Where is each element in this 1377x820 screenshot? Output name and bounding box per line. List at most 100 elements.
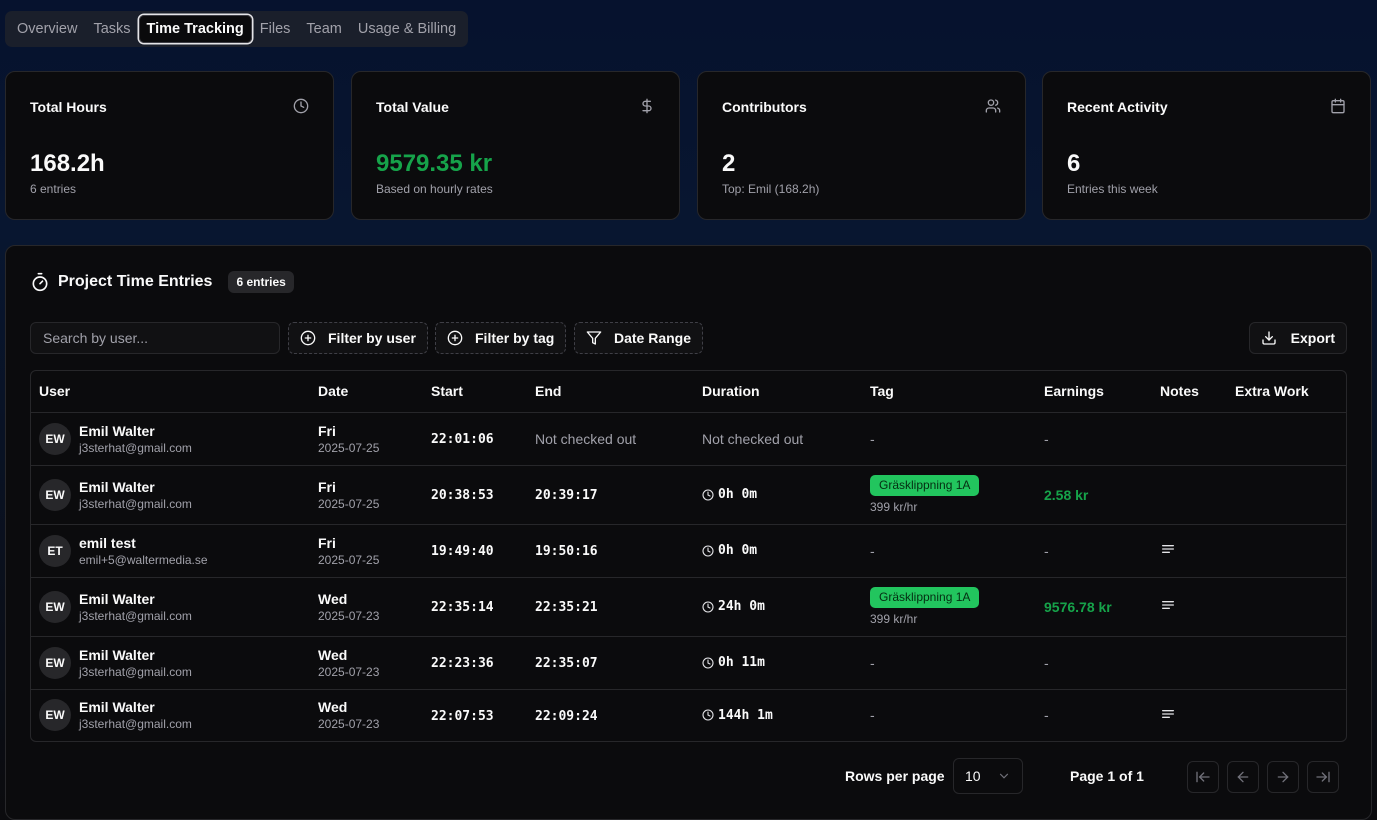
stat-title: Contributors	[722, 99, 807, 115]
user-name: Emil Walter	[79, 699, 155, 716]
column-header-date[interactable]: Date	[310, 371, 423, 413]
dollar-icon	[642, 98, 652, 114]
previous-page-button[interactable]	[1227, 761, 1259, 793]
start-time: 20:38:53	[431, 488, 494, 503]
entry-day: Wed	[318, 699, 348, 716]
tag-empty: -	[870, 542, 875, 559]
tab-usage-billing[interactable]: Usage & Billing	[350, 15, 464, 43]
stat-title: Recent Activity	[1067, 99, 1168, 115]
chevron-down-icon	[999, 773, 1009, 779]
entry-date: 2025-07-25	[318, 440, 380, 455]
filter-icon	[586, 331, 602, 345]
stat-subtitle: Entries this week	[1067, 182, 1158, 196]
stat-subtitle: Based on hourly rates	[376, 182, 493, 196]
user-email: j3sterhat@gmail.com	[79, 664, 192, 679]
arrow-left-icon	[1237, 771, 1249, 783]
stat-value: 2	[722, 150, 736, 177]
earnings: -	[1044, 542, 1049, 559]
start-time: 22:01:06	[431, 432, 494, 447]
first-page-button[interactable]	[1187, 761, 1219, 793]
tag-empty: -	[870, 707, 875, 724]
avatar: EW	[39, 646, 71, 679]
stat-subtitle: Top: Emil (168.2h)	[722, 182, 820, 196]
user-name: Emil Walter	[79, 590, 155, 607]
entry-day: Wed	[318, 646, 348, 663]
table-row[interactable]: EW Emil Walter j3sterhat@gmail.com Fri 2025…	[31, 465, 1346, 525]
end-time: 22:09:24	[535, 708, 598, 724]
stat-value: 9579.35 kr	[376, 150, 493, 177]
duration: 0h 0m	[718, 543, 758, 558]
user-email: emil+5@waltermedia.se	[79, 552, 208, 567]
earnings: -	[1044, 707, 1049, 724]
date-range-button[interactable]: Date Range	[574, 322, 704, 354]
tab-team[interactable]: Team	[298, 15, 349, 43]
stat-card-recent-activity: Recent Activity 6 Entries this week	[1042, 71, 1371, 220]
tab-tasks[interactable]: Tasks	[85, 15, 138, 43]
filter-by-user-button[interactable]: Filter by user	[288, 322, 428, 354]
notes-icon[interactable]	[1160, 597, 1176, 613]
page-indicator: Page 1 of 1	[1070, 768, 1144, 784]
filter-by-tag-button[interactable]: Filter by tag	[435, 322, 567, 354]
time-entries-panel: Project Time Entries 6 entries Filter by…	[5, 245, 1372, 820]
date-range-label: Date Range	[614, 330, 692, 346]
tag-empty: -	[870, 654, 875, 671]
column-header-earnings[interactable]: Earnings	[1036, 371, 1152, 413]
stat-card-contributors: Contributors 2 Top: Emil (168.2h)	[697, 71, 1026, 220]
next-page-button[interactable]	[1267, 761, 1299, 793]
export-label: Export	[1290, 330, 1335, 346]
tab-time-tracking[interactable]: Time Tracking	[138, 15, 252, 43]
entry-day: Fri	[318, 478, 336, 495]
last-page-button[interactable]	[1307, 761, 1339, 793]
clock-icon	[702, 488, 714, 501]
duration: 144h 1m	[718, 707, 773, 723]
rows-per-page-select[interactable]: 10	[953, 758, 1023, 794]
panel-header: Project Time Entries 6 entries	[30, 270, 294, 294]
column-header-start[interactable]: Start	[423, 371, 527, 413]
search-input[interactable]	[30, 322, 280, 354]
rows-per-page-value: 10	[965, 768, 981, 784]
filter-by-tag-label: Filter by tag	[475, 330, 555, 346]
entry-date: 2025-07-23	[318, 664, 380, 679]
table-row[interactable]: EW Emil Walter j3sterhat@gmail.com Fri 2025…	[31, 412, 1346, 466]
stat-title: Total Hours	[30, 99, 107, 115]
column-header-notes[interactable]: Notes	[1152, 371, 1227, 413]
table-row[interactable]: EW Emil Walter j3sterhat@gmail.com Wed 2025…	[31, 577, 1346, 637]
start-time: 22:35:14	[431, 600, 494, 615]
start-time: 22:23:36	[431, 656, 494, 671]
entry-day: Fri	[318, 534, 336, 551]
column-header-end[interactable]: End	[527, 371, 694, 413]
clock-icon	[702, 544, 714, 557]
start-time: 22:07:53	[431, 708, 494, 724]
column-header-user[interactable]: User	[31, 371, 310, 413]
user-name: Emil Walter	[79, 422, 155, 439]
user-name: Emil Walter	[79, 478, 155, 495]
stat-subtitle: 6 entries	[30, 182, 77, 196]
hourly-rate: 399 kr/hr	[870, 612, 918, 626]
column-header-extra-work[interactable]: Extra Work	[1227, 371, 1346, 413]
entry-date: 2025-07-25	[318, 496, 380, 511]
column-header-duration[interactable]: Duration	[694, 371, 862, 413]
earnings: 9576.78 kr	[1044, 598, 1112, 615]
table-row[interactable]: EW Emil Walter j3sterhat@gmail.com Wed 2025…	[31, 636, 1346, 690]
tab-files[interactable]: Files	[252, 15, 299, 43]
notes-icon[interactable]	[1160, 541, 1176, 557]
export-button[interactable]: Export	[1248, 322, 1347, 354]
user-email: j3sterhat@gmail.com	[79, 608, 192, 623]
end-time: Not checked out	[535, 430, 637, 447]
table-row[interactable]: ET emil test emil+5@waltermedia.se Fri 2025…	[31, 524, 1346, 578]
tab-overview[interactable]: Overview	[9, 15, 85, 43]
users-icon	[985, 99, 1001, 113]
start-time: 19:49:40	[431, 544, 494, 559]
table-header-row: User Date Start End Duration Tag Earning…	[31, 371, 1346, 413]
time-entries-table: User Date Start End Duration Tag Earning…	[30, 370, 1347, 742]
stat-value: 168.2h	[30, 150, 105, 177]
panel-title: Project Time Entries	[58, 273, 213, 290]
duration: 0h 0m	[718, 487, 758, 502]
user-email: j3sterhat@gmail.com	[79, 440, 192, 455]
end-time: 22:35:21	[535, 600, 598, 615]
notes-icon[interactable]	[1160, 706, 1176, 722]
table-row[interactable]: EW Emil Walter j3sterhat@gmail.com Wed 2025…	[31, 689, 1346, 741]
filter-by-user-label: Filter by user	[328, 330, 416, 346]
clock-icon	[702, 656, 714, 669]
column-header-tag[interactable]: Tag	[862, 371, 1036, 413]
